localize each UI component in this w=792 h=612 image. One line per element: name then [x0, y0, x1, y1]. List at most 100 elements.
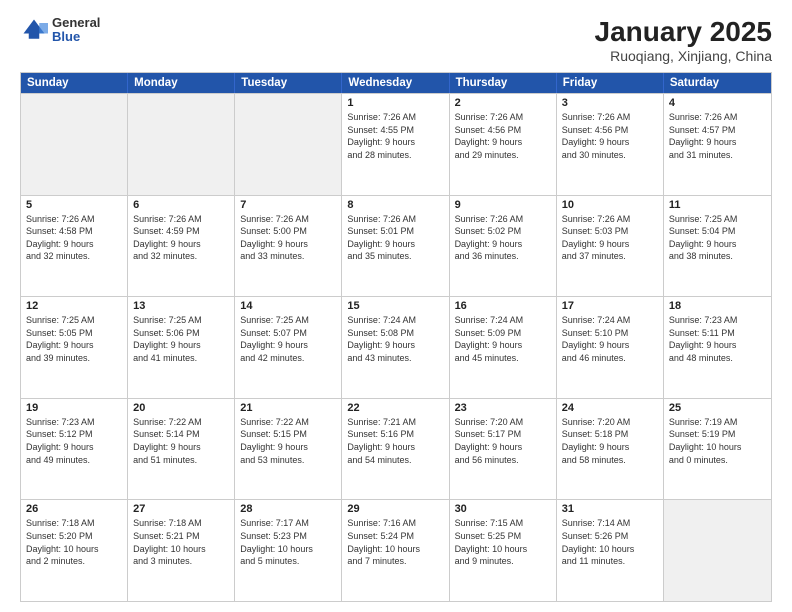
header-friday: Friday — [557, 73, 664, 93]
logo-general: General — [52, 16, 100, 30]
day-number: 15 — [347, 300, 443, 312]
cal-row: 1 Sunrise: 7:26 AMSunset: 4:55 PMDaylight… — [21, 93, 771, 195]
cal-cell: 11Sunrise: 7:25 AMSunset: 5:04 PMDayligh… — [664, 196, 771, 297]
cal-cell: 24 Sunrise: 7:20 AMSunset: 5:18 PMDayligh… — [557, 399, 664, 500]
cal-cell: 2Sunrise: 7:26 AMSunset: 4:56 PMDaylight… — [450, 94, 557, 195]
month-year-title: January 2025 — [595, 16, 772, 48]
logo: General Blue — [20, 16, 100, 45]
header-wednesday: Wednesday — [342, 73, 449, 93]
cal-cell: 1 Sunrise: 7:26 AMSunset: 4:55 PMDaylight… — [342, 94, 449, 195]
calendar-header: Sunday Monday Tuesday Wednesday Thursday… — [21, 73, 771, 93]
cal-cell: 16Sunrise: 7:24 AMSunset: 5:09 PMDayligh… — [450, 297, 557, 398]
cal-row: 19Sunrise: 7:23 AMSunset: 5:12 PMDayligh… — [21, 398, 771, 500]
cal-cell: 8 Sunrise: 7:26 AMSunset: 5:01 PMDaylight… — [342, 196, 449, 297]
day-info: Sunrise: 7:16 AMSunset: 5:24 PMDaylight:… — [347, 517, 443, 567]
day-info: Sunrise: 7:20 AMSunset: 5:18 PMDaylight:… — [562, 416, 658, 466]
day-number: 14 — [240, 300, 336, 312]
day-number: 8 — [347, 199, 443, 211]
day-number: 5 — [26, 199, 122, 211]
logo-blue: Blue — [52, 30, 100, 44]
cal-cell: 3Sunrise: 7:26 AMSunset: 4:56 PMDaylight… — [557, 94, 664, 195]
cal-cell: 22Sunrise: 7:21 AMSunset: 5:16 PMDayligh… — [342, 399, 449, 500]
day-number: 27 — [133, 503, 229, 515]
cal-cell: 25 Sunrise: 7:19 AMSunset: 5:19 PMDayligh… — [664, 399, 771, 500]
calendar-body: 1 Sunrise: 7:26 AMSunset: 4:55 PMDaylight… — [21, 93, 771, 601]
day-info: Sunrise: 7:24 AMSunset: 5:09 PMDaylight:… — [455, 314, 551, 364]
day-number: 29 — [347, 503, 443, 515]
day-number: 25 — [669, 402, 766, 414]
day-number: 6 — [133, 199, 229, 211]
header-thursday: Thursday — [450, 73, 557, 93]
day-info: Sunrise: 7:18 AMSunset: 5:21 PMDaylight:… — [133, 517, 229, 567]
day-info: Sunrise: 7:26 AMSunset: 4:57 PMDaylight:… — [669, 111, 766, 161]
day-info: Sunrise: 7:26 AMSunset: 4:56 PMDaylight:… — [562, 111, 658, 161]
day-info: Sunrise: 7:25 AMSunset: 5:04 PMDaylight:… — [669, 213, 766, 263]
day-number: 31 — [562, 503, 658, 515]
day-info: Sunrise: 7:24 AMSunset: 5:08 PMDaylight:… — [347, 314, 443, 364]
day-number: 20 — [133, 402, 229, 414]
day-info: Sunrise: 7:26 AMSunset: 5:02 PMDaylight:… — [455, 213, 551, 263]
day-number: 30 — [455, 503, 551, 515]
day-info: Sunrise: 7:25 AMSunset: 5:05 PMDaylight:… — [26, 314, 122, 364]
cal-cell: 18 Sunrise: 7:23 AMSunset: 5:11 PMDayligh… — [664, 297, 771, 398]
cal-cell: 19Sunrise: 7:23 AMSunset: 5:12 PMDayligh… — [21, 399, 128, 500]
cal-cell: 30 Sunrise: 7:15 AMSunset: 5:25 PMDayligh… — [450, 500, 557, 601]
day-number: 26 — [26, 503, 122, 515]
cal-cell: 27 Sunrise: 7:18 AMSunset: 5:21 PMDayligh… — [128, 500, 235, 601]
cal-cell: 29 Sunrise: 7:16 AMSunset: 5:24 PMDayligh… — [342, 500, 449, 601]
calendar: Sunday Monday Tuesday Wednesday Thursday… — [20, 72, 772, 602]
cal-cell: 31Sunrise: 7:14 AMSunset: 5:26 PMDayligh… — [557, 500, 664, 601]
cal-cell: 9 Sunrise: 7:26 AMSunset: 5:02 PMDaylight… — [450, 196, 557, 297]
cal-cell: 7Sunrise: 7:26 AMSunset: 5:00 PMDaylight… — [235, 196, 342, 297]
day-info: Sunrise: 7:18 AMSunset: 5:20 PMDaylight:… — [26, 517, 122, 567]
day-number: 21 — [240, 402, 336, 414]
header-saturday: Saturday — [664, 73, 771, 93]
day-info: Sunrise: 7:20 AMSunset: 5:17 PMDaylight:… — [455, 416, 551, 466]
header-monday: Monday — [128, 73, 235, 93]
day-info: Sunrise: 7:25 AMSunset: 5:06 PMDaylight:… — [133, 314, 229, 364]
day-info: Sunrise: 7:25 AMSunset: 5:07 PMDaylight:… — [240, 314, 336, 364]
day-number: 18 — [669, 300, 766, 312]
cal-cell: 23 Sunrise: 7:20 AMSunset: 5:17 PMDayligh… — [450, 399, 557, 500]
day-number: 12 — [26, 300, 122, 312]
day-info: Sunrise: 7:26 AMSunset: 5:00 PMDaylight:… — [240, 213, 336, 263]
cal-cell: 15 Sunrise: 7:24 AMSunset: 5:08 PMDayligh… — [342, 297, 449, 398]
day-info: Sunrise: 7:15 AMSunset: 5:25 PMDaylight:… — [455, 517, 551, 567]
day-number: 4 — [669, 97, 766, 109]
day-info: Sunrise: 7:22 AMSunset: 5:15 PMDaylight:… — [240, 416, 336, 466]
day-info: Sunrise: 7:23 AMSunset: 5:12 PMDaylight:… — [26, 416, 122, 466]
day-number: 28 — [240, 503, 336, 515]
logo-text: General Blue — [52, 16, 100, 45]
day-info: Sunrise: 7:19 AMSunset: 5:19 PMDaylight:… — [669, 416, 766, 466]
cal-cell — [21, 94, 128, 195]
cal-cell: 4 Sunrise: 7:26 AMSunset: 4:57 PMDaylight… — [664, 94, 771, 195]
cal-cell: 28Sunrise: 7:17 AMSunset: 5:23 PMDayligh… — [235, 500, 342, 601]
cal-row: 5 Sunrise: 7:26 AMSunset: 4:58 PMDaylight… — [21, 195, 771, 297]
day-info: Sunrise: 7:22 AMSunset: 5:14 PMDaylight:… — [133, 416, 229, 466]
cal-row: 26 Sunrise: 7:18 AMSunset: 5:20 PMDayligh… — [21, 499, 771, 601]
day-number: 23 — [455, 402, 551, 414]
cal-cell: 12 Sunrise: 7:25 AMSunset: 5:05 PMDayligh… — [21, 297, 128, 398]
header-tuesday: Tuesday — [235, 73, 342, 93]
cal-cell: 20 Sunrise: 7:22 AMSunset: 5:14 PMDayligh… — [128, 399, 235, 500]
day-number: 9 — [455, 199, 551, 211]
cal-cell — [235, 94, 342, 195]
cal-cell: 26 Sunrise: 7:18 AMSunset: 5:20 PMDayligh… — [21, 500, 128, 601]
cal-cell: 5 Sunrise: 7:26 AMSunset: 4:58 PMDaylight… — [21, 196, 128, 297]
day-number: 24 — [562, 402, 658, 414]
day-number: 10 — [562, 199, 658, 211]
day-info: Sunrise: 7:23 AMSunset: 5:11 PMDaylight:… — [669, 314, 766, 364]
day-info: Sunrise: 7:26 AMSunset: 5:01 PMDaylight:… — [347, 213, 443, 263]
day-info: Sunrise: 7:26 AMSunset: 5:03 PMDaylight:… — [562, 213, 658, 263]
day-number: 1 — [347, 97, 443, 109]
header-sunday: Sunday — [21, 73, 128, 93]
day-info: Sunrise: 7:26 AMSunset: 4:58 PMDaylight:… — [26, 213, 122, 263]
day-info: Sunrise: 7:26 AMSunset: 4:55 PMDaylight:… — [347, 111, 443, 161]
title-block: January 2025 Ruoqiang, Xinjiang, China — [595, 16, 772, 64]
cal-cell: 17Sunrise: 7:24 AMSunset: 5:10 PMDayligh… — [557, 297, 664, 398]
cal-row: 12 Sunrise: 7:25 AMSunset: 5:05 PMDayligh… — [21, 296, 771, 398]
day-info: Sunrise: 7:26 AMSunset: 4:56 PMDaylight:… — [455, 111, 551, 161]
location-title: Ruoqiang, Xinjiang, China — [595, 48, 772, 64]
cal-cell: 14 Sunrise: 7:25 AMSunset: 5:07 PMDayligh… — [235, 297, 342, 398]
header: General Blue January 2025 Ruoqiang, Xinj… — [20, 16, 772, 64]
